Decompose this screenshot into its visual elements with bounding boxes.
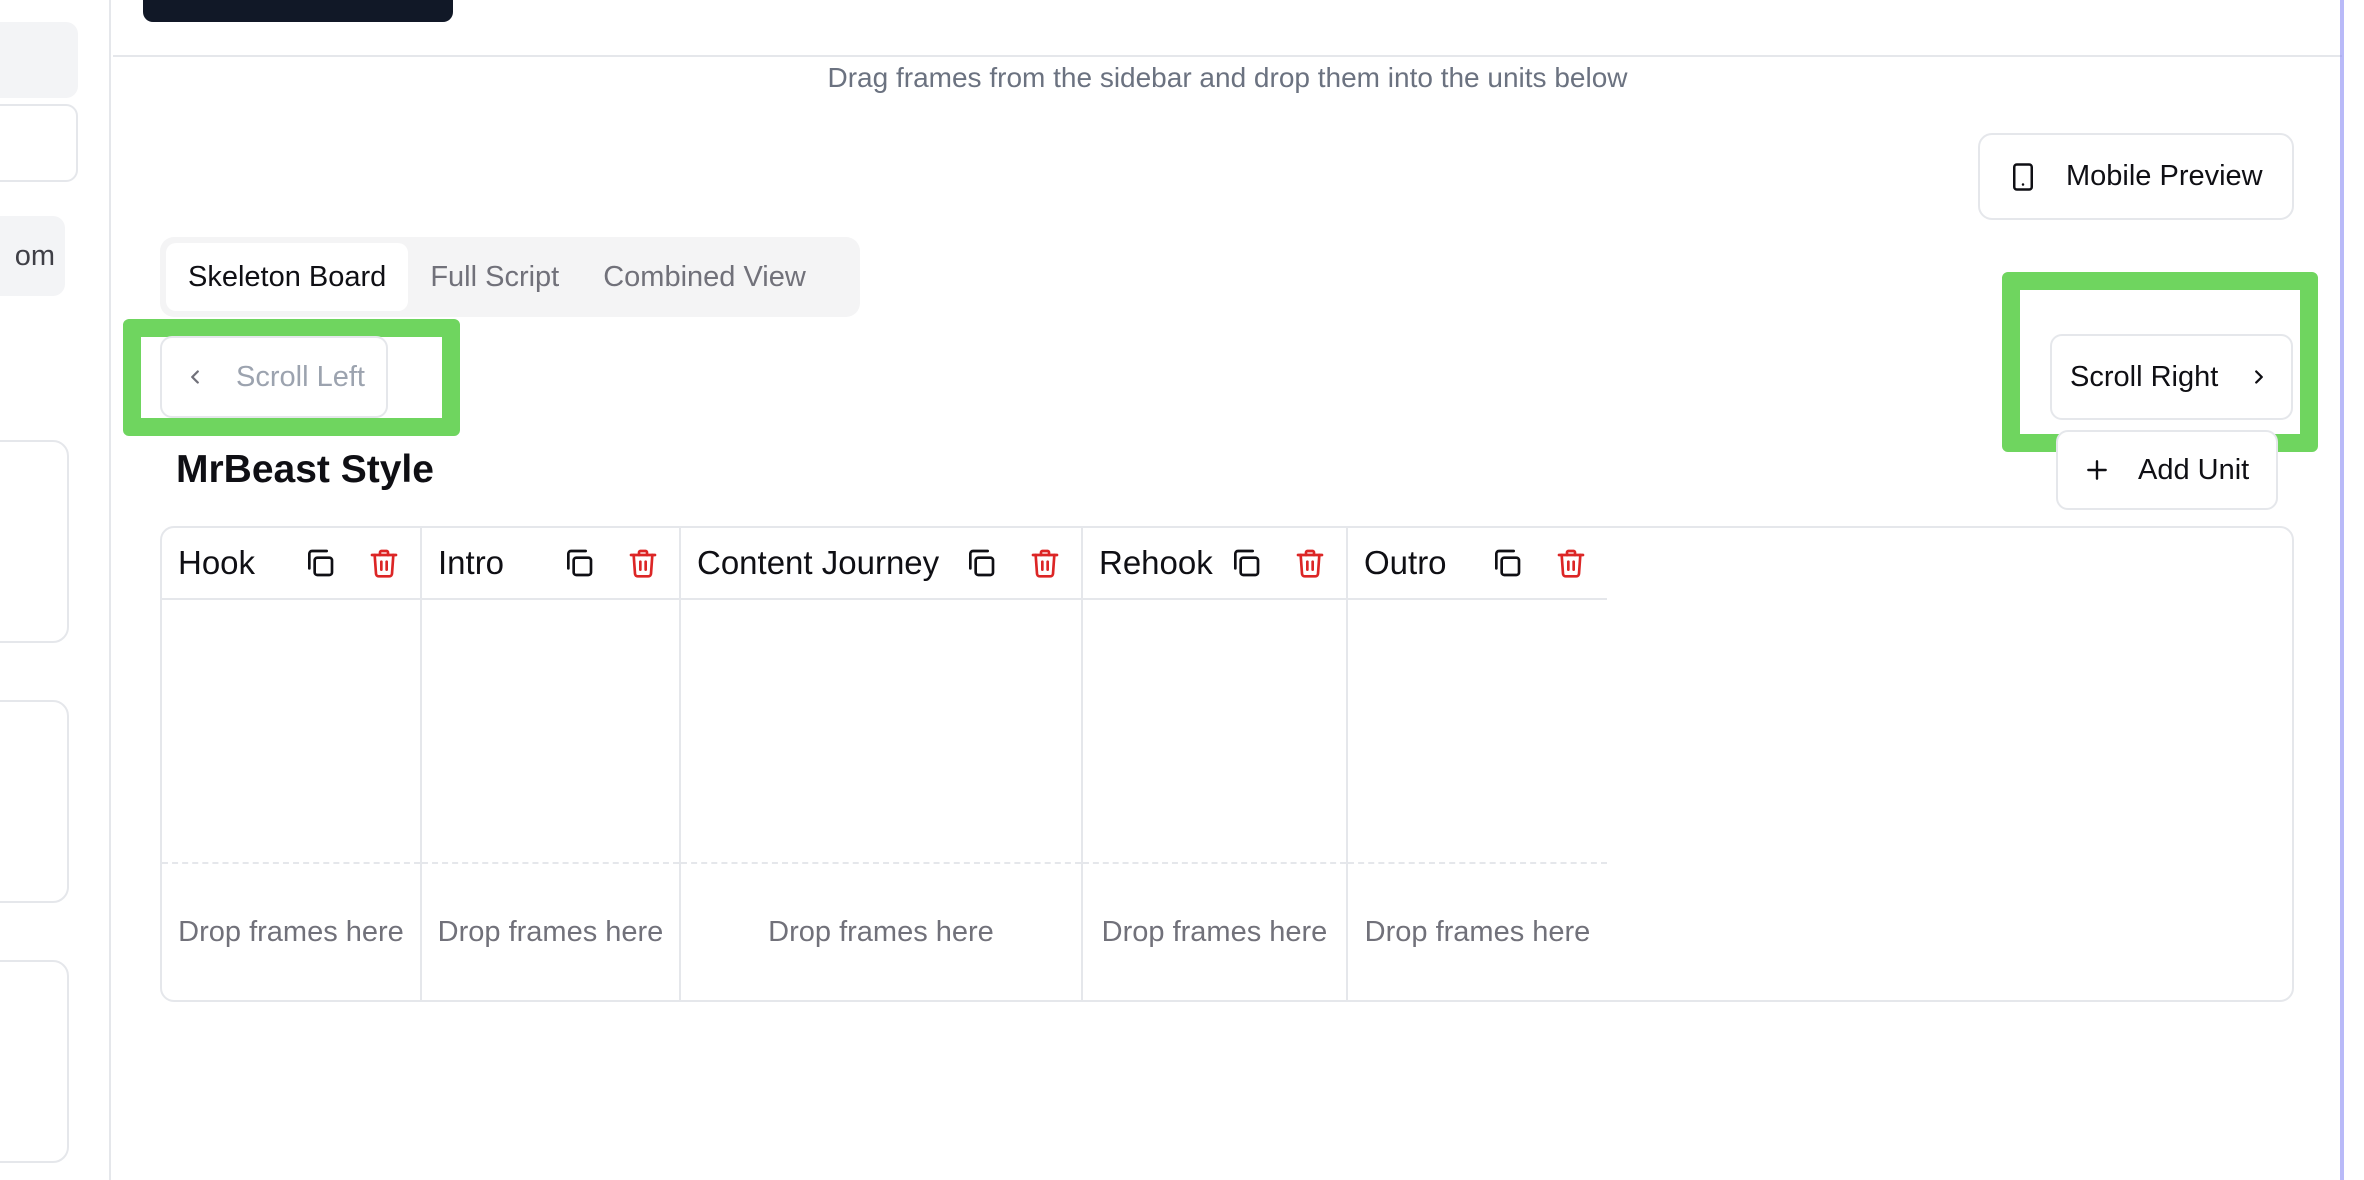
add-unit-button[interactable]: Add Unit <box>2056 430 2278 510</box>
drop-frames-text: Drop frames here <box>768 915 994 948</box>
drop-zone[interactable] <box>162 602 420 864</box>
scroll-right-button[interactable]: Scroll Right <box>2050 334 2293 420</box>
unit-header[interactable]: Outro <box>1348 528 1607 600</box>
drop-frames-text: Drop frames here <box>1101 915 1328 948</box>
trash-icon[interactable] <box>368 547 400 579</box>
unit-header[interactable]: Content Journey <box>681 528 1081 600</box>
drop-frames-text: Drop frames here <box>437 915 664 948</box>
copy-icon[interactable] <box>1230 547 1262 579</box>
board-title: MrBeast Style <box>176 448 434 491</box>
sidebar-card[interactable] <box>0 440 69 643</box>
trash-icon[interactable] <box>1029 547 1061 579</box>
copy-icon[interactable] <box>965 547 997 579</box>
copy-icon[interactable] <box>304 547 336 579</box>
scroll-left-label: Scroll Left <box>236 360 365 393</box>
add-unit-label: Add Unit <box>2138 453 2250 486</box>
unit-header[interactable]: Hook <box>162 528 420 600</box>
window-edge <box>2340 0 2344 1180</box>
mobile-preview-button[interactable]: Mobile Preview <box>1978 133 2294 220</box>
copy-icon[interactable] <box>1491 547 1523 579</box>
skeleton-board: Hook Drop frames here Intro Drop frames … <box>160 526 2294 1002</box>
view-tabs: Skeleton Board Full Script Combined View <box>160 237 860 317</box>
unit-column: Intro Drop frames here <box>422 528 681 1000</box>
drop-frames-text: Drop frames here <box>1364 915 1591 948</box>
sidebar-input[interactable] <box>0 104 78 182</box>
tab-skeleton-board[interactable]: Skeleton Board <box>166 243 409 311</box>
trash-icon[interactable] <box>627 547 659 579</box>
chevron-left-icon <box>184 366 206 388</box>
sidebar: om <box>0 0 111 1180</box>
instructions-text: Drag frames from the sidebar and drop th… <box>827 62 1628 93</box>
drop-zone[interactable] <box>1083 602 1346 864</box>
trash-icon[interactable] <box>1294 547 1326 579</box>
unit-name: Outro <box>1364 544 1447 581</box>
sidebar-chip[interactable]: om <box>0 216 65 296</box>
unit-column: Outro Drop frames here <box>1348 528 1607 1000</box>
plus-icon <box>2084 457 2110 483</box>
trash-icon[interactable] <box>1555 547 1587 579</box>
unit-header[interactable]: Rehook <box>1083 528 1346 600</box>
smartphone-icon <box>2008 160 2038 194</box>
unit-name: Content Journey <box>697 544 940 581</box>
unit-name: Hook <box>178 544 256 581</box>
sidebar-card[interactable] <box>0 700 69 903</box>
copy-icon[interactable] <box>563 547 595 579</box>
sidebar-pill[interactable] <box>0 22 78 98</box>
mobile-preview-label: Mobile Preview <box>2066 160 2263 192</box>
unit-header[interactable]: Intro <box>422 528 679 600</box>
scroll-right-label: Scroll Right <box>2070 360 2219 393</box>
drop-frames-text: Drop frames here <box>178 915 404 948</box>
drop-zone[interactable] <box>681 602 1081 864</box>
sidebar-card[interactable] <box>0 960 69 1163</box>
primary-action-button[interactable] <box>143 0 453 22</box>
scroll-left-button[interactable]: Scroll Left <box>160 336 388 418</box>
unit-name: Rehook <box>1099 544 1213 581</box>
unit-column: Rehook Drop frames here <box>1083 528 1348 1000</box>
drop-zone[interactable] <box>1348 602 1607 864</box>
unit-column: Hook Drop frames here <box>162 528 422 1000</box>
chevron-right-icon <box>2248 366 2270 388</box>
drop-zone[interactable] <box>422 602 679 864</box>
tab-combined-view[interactable]: Combined View <box>581 243 828 311</box>
unit-column: Content Journey Drop frames here <box>681 528 1083 1000</box>
tab-full-script[interactable]: Full Script <box>408 243 581 311</box>
unit-name: Intro <box>438 544 505 581</box>
